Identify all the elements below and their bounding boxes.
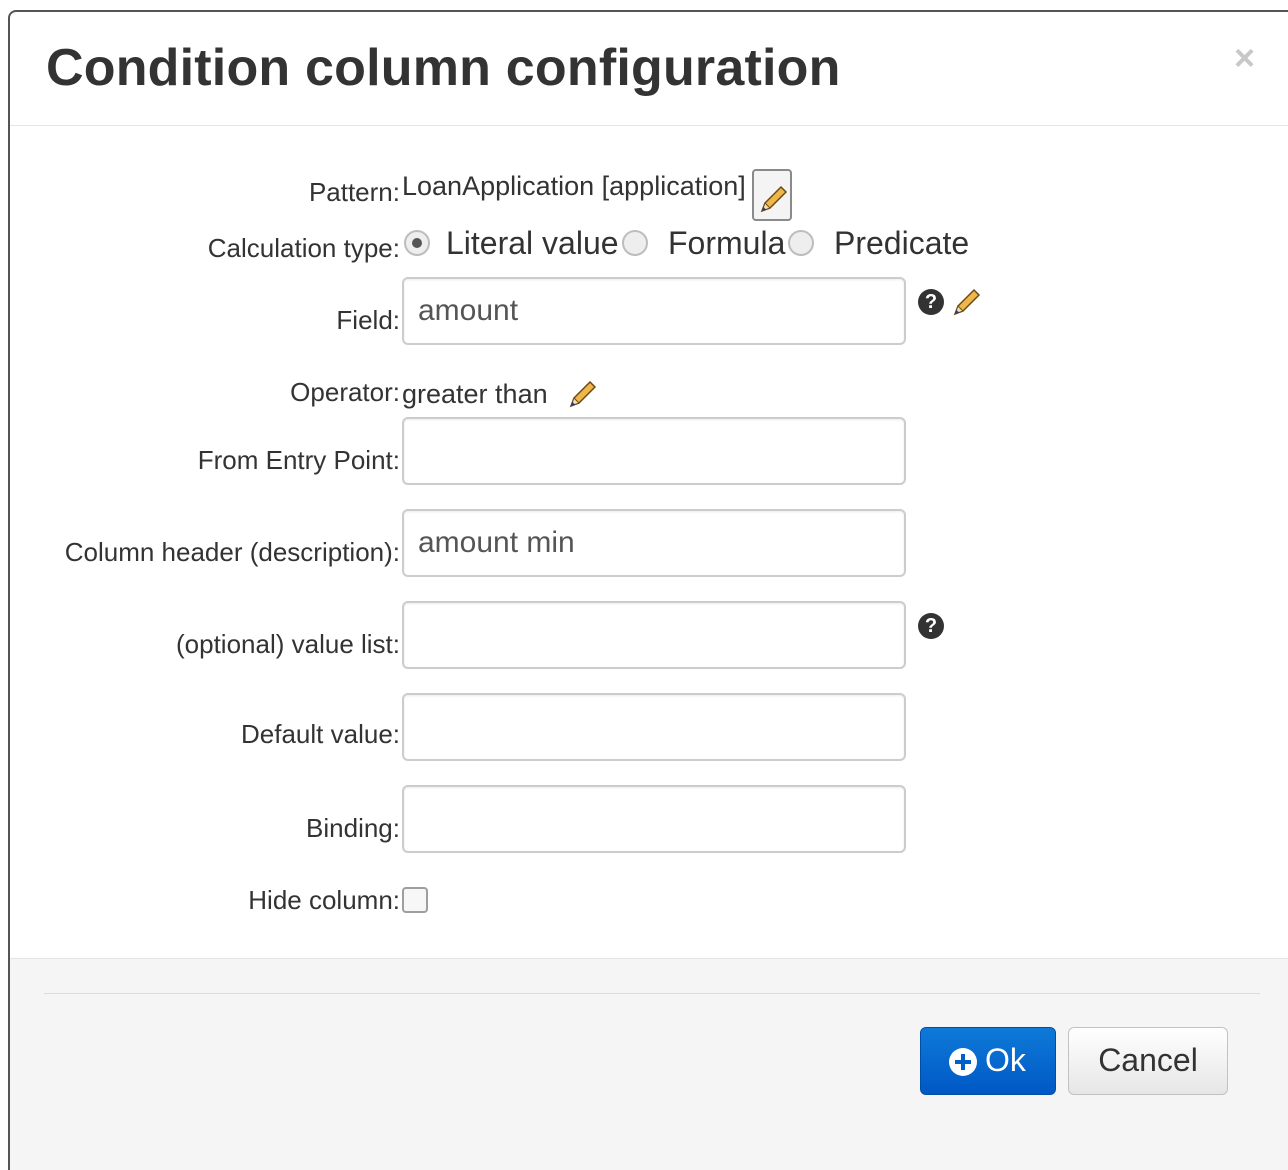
dialog-body: Pattern: LoanApplication [application] C… (10, 127, 1288, 957)
value-list-input[interactable] (402, 601, 906, 669)
dialog-header: Condition column configuration × (10, 12, 1288, 126)
from-entry-point-label: From Entry Point: (197, 445, 400, 475)
radio-literal-value-label: Literal value (446, 225, 619, 261)
plus-circle-icon (949, 1048, 977, 1076)
condition-column-dialog: Condition column configuration × Pattern… (8, 10, 1288, 1170)
pattern-label: Pattern: (308, 177, 400, 207)
footer-divider (44, 993, 1260, 994)
binding-label: Binding: (306, 813, 400, 843)
pencil-icon[interactable] (950, 285, 984, 319)
radio-literal-value[interactable] (404, 230, 430, 256)
question-circle-icon[interactable]: ? (918, 289, 944, 315)
radio-predicate[interactable] (788, 230, 814, 256)
field-input[interactable] (402, 277, 906, 345)
radio-predicate-label: Predicate (834, 225, 970, 261)
dialog-title: Condition column configuration (46, 39, 841, 97)
close-button[interactable]: × (1234, 40, 1255, 76)
default-value-input[interactable] (402, 693, 906, 761)
ok-button-label: Ok (985, 1042, 1026, 1078)
binding-input[interactable] (402, 785, 906, 853)
radio-formula-label: Formula (668, 225, 786, 261)
operator-label: Operator: (290, 377, 400, 407)
column-header-label: Column header (description): (64, 537, 400, 567)
question-circle-icon[interactable]: ? (918, 613, 944, 639)
cancel-button-label: Cancel (1098, 1042, 1198, 1078)
operator-value: greater than (402, 379, 548, 409)
pencil-icon (760, 185, 788, 213)
value-list-label: (optional) value list: (176, 629, 400, 659)
from-entry-point-input[interactable] (402, 417, 906, 485)
default-value-label: Default value: (241, 719, 400, 749)
hide-column-label: Hide column: (248, 885, 400, 915)
calculation-type-label: Calculation type: (207, 233, 400, 263)
cancel-button[interactable]: Cancel (1068, 1027, 1228, 1095)
hide-column-checkbox[interactable] (402, 887, 428, 913)
edit-pattern-button[interactable] (752, 169, 792, 221)
field-label: Field: (336, 305, 400, 335)
dialog-footer: Ok Cancel (10, 958, 1288, 1170)
radio-formula[interactable] (622, 230, 648, 256)
column-header-input[interactable] (402, 509, 906, 577)
pattern-value: LoanApplication [application] (402, 171, 746, 201)
pencil-icon[interactable] (566, 377, 600, 411)
ok-button[interactable]: Ok (920, 1027, 1056, 1095)
